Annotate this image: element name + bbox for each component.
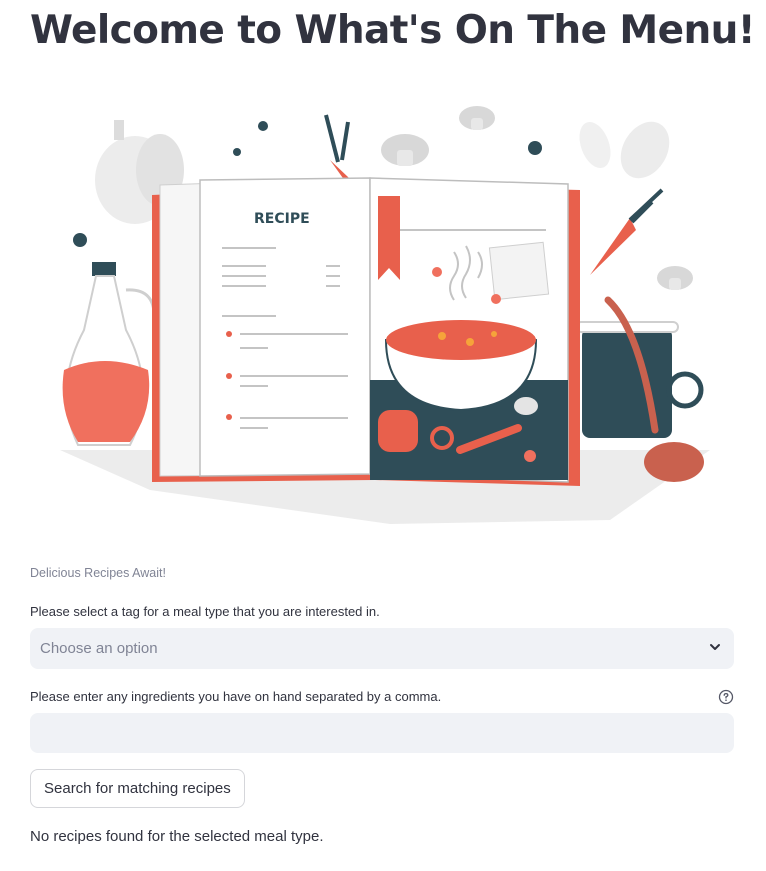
recipe-book-illustration: RECIPE [60,106,710,524]
search-recipes-button[interactable]: Search for matching recipes [30,769,245,808]
recipe-heading: RECIPE [254,211,310,227]
no-results-message: No recipes found for the selected meal t… [30,828,324,845]
question-circle-icon[interactable] [718,689,734,705]
meal-type-label: Please select a tag for a meal type that… [30,604,380,619]
chevron-down-icon [710,644,720,650]
meal-type-placeholder: Choose an option [40,640,158,657]
caption-text: Delicious Recipes Await! [30,566,166,580]
meal-type-select[interactable]: Choose an option [30,628,734,669]
ingredients-input[interactable] [30,713,734,753]
page-title: Welcome to What's On The Menu! [30,8,756,53]
ingredients-label: Please enter any ingredients you have on… [30,689,442,704]
